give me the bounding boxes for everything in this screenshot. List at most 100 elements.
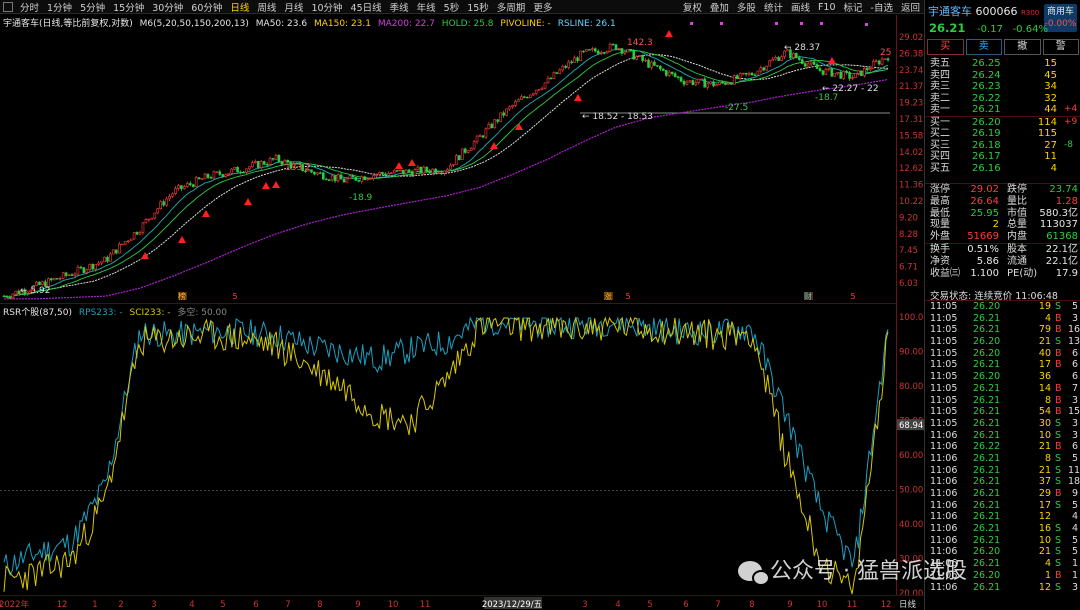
candle [626,48,630,53]
industry-button[interactable]: 商用车 -0.00% [1044,4,1077,32]
candle [112,249,115,255]
stat-value: 22.1亿 [1045,243,1078,255]
rsline-label: RSLINE: 26.1 [557,19,616,29]
candle [452,164,455,168]
bid-row[interactable]: 买四 26.17 11 [925,151,1080,163]
tick-count: 3 [1071,394,1078,406]
cancel-button[interactable]: 撤 [1004,39,1041,55]
period-tab[interactable]: 年线 [413,0,440,14]
candle [64,271,68,278]
tick-side: S [1055,476,1062,488]
period-tab[interactable]: 1分钟 [43,0,76,14]
price-tick: 17.31 [899,115,923,125]
bid-row[interactable]: 买三 26.18 27 -8 [925,140,1080,152]
candle [5,295,9,299]
price-tick: 9.20 [899,213,918,223]
ask-row[interactable]: 卖一 26.21 44 +4 [925,104,1080,116]
tick-row: 11:05 26.20 19 S 5 [925,301,1080,313]
tick-volume: 19 [1038,301,1051,312]
window-menu-icon[interactable] [3,1,13,12]
ask-row[interactable]: 卖五 26.25 15 [925,58,1080,70]
ma150-label: MA150: 23.1 [313,19,371,29]
period-tab[interactable]: 15秒 [463,0,493,14]
candle [209,175,213,179]
candle [883,58,887,61]
candle [845,69,848,75]
tool-button[interactable]: 统计 [760,0,787,14]
candle [446,167,449,173]
candle [390,171,393,175]
stat-row: 收益㈢ 1.100 PE(动) 17.9 [925,268,1080,280]
period-tab[interactable]: 60分钟 [187,0,226,14]
wechat-icon [738,561,770,586]
period-tab[interactable]: 月线 [280,0,307,14]
period-tab[interactable]: 多周期 [493,0,530,14]
book-label: 买五 [930,162,950,174]
candle [511,104,514,109]
tool-button[interactable]: 叠加 [706,0,733,14]
ma200-label: MA200: 22.7 [377,19,435,29]
tool-button[interactable]: 多股 [733,0,760,14]
tick-row: 11:06 26.21 12 4 [925,511,1080,523]
kline-chart[interactable]: 宇通客车(日线,等比前复权,对数) M6(5,20,50,150,200,13)… [0,15,896,301]
period-tab[interactable]: 周线 [253,0,280,14]
stat-value: 1.100 [970,267,999,279]
bid-row[interactable]: 买一 26.20 114 +9 [925,117,1080,129]
candle [676,76,680,80]
tool-button[interactable]: F10 [814,2,840,13]
tool-button[interactable]: 返回 [897,0,924,14]
period-tab[interactable]: 30分钟 [148,0,187,14]
tick-time: 11:06 [930,488,958,499]
tool-button[interactable]: 复权 [679,0,706,14]
period-tab[interactable]: 10分钟 [307,0,346,14]
buy-button[interactable]: 买 [927,39,964,55]
candle [360,175,364,184]
sell-button[interactable]: 卖 [965,39,1002,55]
candle [147,218,151,222]
candle [310,169,313,174]
ask-row[interactable]: 卖四 26.24 45 [925,70,1080,82]
tick-price: 26.21 [973,476,1001,488]
book-volume: 27 [1044,139,1057,151]
tool-button[interactable]: 画线 [787,0,814,14]
candle [150,217,154,220]
period-tab[interactable]: 5分钟 [76,0,109,14]
candle [61,272,65,280]
candle [91,263,94,271]
date-tick: 12 [881,600,892,610]
period-tab[interactable]: 15分钟 [109,0,148,14]
bid-row[interactable]: 买二 26.19 115 [925,128,1080,140]
high-label: ← 28.37 [784,43,820,53]
period-tab[interactable]: 更多 [529,0,556,14]
period-tab[interactable]: 季线 [386,0,413,14]
candle [647,58,650,69]
bid-row[interactable]: 买五 26.16 4 [925,163,1080,175]
book-volume: 44 [1044,104,1057,115]
period-tab[interactable]: 45日线 [347,0,386,14]
ask-row[interactable]: 卖二 26.22 32 [925,93,1080,105]
period-tab[interactable]: 分时 [16,0,43,14]
candle [372,174,375,181]
tick-price: 26.21 [973,417,1001,429]
candle [416,165,420,172]
period-tab[interactable]: 5秒 [440,0,464,14]
alert-button[interactable]: 警 [1042,39,1079,55]
candle [82,266,86,274]
tick-count: 9 [1071,488,1078,499]
tick-list[interactable]: 11:05 26.20 19 S 5 11:05 26.21 4 B 3 11:05 26.21 79 B… [925,300,1080,593]
tool-button[interactable]: -自选 [867,0,897,14]
candle [585,49,588,52]
rsr-chart[interactable]: RSR个股(87,50) RPS233: - SCI233: - 多空: 50.… [0,303,896,595]
candle [404,169,408,175]
candle [118,242,121,254]
ask-row[interactable]: 卖三 26.23 34 [925,81,1080,93]
trade-actions: 买 卖 撤 警 [927,39,1079,55]
candle [79,265,83,270]
book-change: +9 [1064,116,1078,127]
book-volume: 34 [1044,81,1057,92]
stat-row: 最高 26.64 量比 1.28 [925,196,1080,208]
tool-button[interactable]: 标记 [840,0,867,14]
candle [378,171,381,177]
candle [259,160,263,170]
period-tab[interactable]: 日线 [226,0,253,14]
